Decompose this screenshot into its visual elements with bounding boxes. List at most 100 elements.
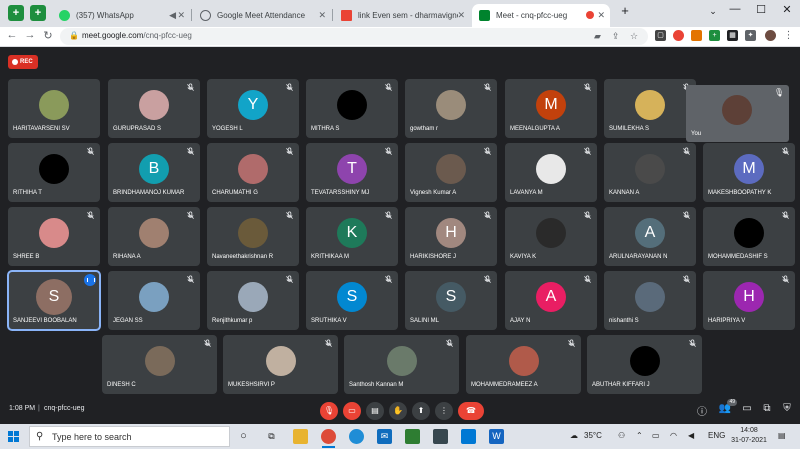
share-icon[interactable]: ⇪ — [612, 31, 620, 42]
participant-tile[interactable]: A AJAY N — [505, 271, 597, 330]
close-icon[interactable]: ✕ — [457, 4, 465, 27]
notifications-icon[interactable]: ▤ — [778, 431, 786, 440]
tab-meet-active[interactable]: Meet - cnq-pfcc-ueg ✕ — [472, 4, 610, 27]
close-icon[interactable]: ✕ — [318, 4, 326, 27]
participant-tile[interactable]: CHARUMATHI G — [207, 143, 299, 202]
participant-tile[interactable]: JEGAN SS — [108, 271, 200, 330]
present-button[interactable]: ⬆ — [412, 402, 430, 420]
participant-tile[interactable]: MITHRA S — [306, 79, 398, 138]
taskbar-clock[interactable]: 14:08 31-07-2021 — [727, 426, 771, 446]
maximize-button[interactable]: ☐ — [748, 3, 774, 16]
language-indicator[interactable]: ENG — [708, 431, 725, 440]
participant-tile[interactable]: KAVIYA K — [505, 207, 597, 266]
app-icon-7[interactable] — [433, 429, 448, 444]
participant-tile[interactable]: MOHAMMEDRAMEEZ A — [466, 335, 581, 394]
participant-tile[interactable]: DINESH C — [102, 335, 217, 394]
host-controls-button[interactable]: ⛨ — [780, 403, 794, 414]
participant-tile[interactable]: H HARIPRIYA V — [703, 271, 795, 330]
profile-avatar[interactable] — [765, 30, 776, 41]
participant-tile[interactable]: MOHAMMEDASHIF S — [703, 207, 795, 266]
participant-tile[interactable]: S SRUTHIKA V — [306, 271, 398, 330]
more-options-button[interactable]: ⋮ — [435, 402, 453, 420]
participant-tile[interactable]: S SANJEEVI BOOBALAN — [7, 270, 101, 331]
participant-tile[interactable]: SUMILEKHA S — [604, 79, 696, 138]
participant-tile[interactable]: SHREE B — [8, 207, 100, 266]
muted-mic-icon — [682, 275, 691, 284]
bookmark-star-icon[interactable]: ☆ — [630, 31, 638, 42]
cortana-icon[interactable]: ○ — [236, 429, 251, 444]
taskbar-search-box[interactable]: ⚲ Type here to search — [29, 426, 230, 447]
back-button[interactable]: ← — [5, 29, 19, 41]
participant-tile[interactable]: Santhosh Kannan M — [344, 335, 459, 394]
participant-tile[interactable]: H HARIKISHORE J — [405, 207, 497, 266]
tab-google-meet-attendance[interactable]: Google Meet Attendance ✕ — [193, 4, 331, 27]
forward-button[interactable]: → — [23, 29, 37, 41]
participant-tile[interactable]: K KRITHIKAA M — [306, 207, 398, 266]
participant-tile[interactable]: M MAKESHBOOPATHY K — [703, 143, 795, 202]
tab-whatsapp[interactable]: (357) WhatsApp ◀ ✕ — [52, 4, 190, 27]
wifi-icon[interactable]: ◠ — [670, 431, 677, 440]
extension-icon-1[interactable]: ▢ — [655, 30, 666, 41]
sheets-app-icon[interactable]: + — [8, 5, 24, 21]
tab-gmail-link[interactable]: link Even sem - dharmavigneshg ✕ — [334, 4, 470, 27]
mail-icon[interactable]: ✉ — [377, 429, 392, 444]
close-icon[interactable]: ✕ — [177, 4, 185, 27]
leave-call-button[interactable]: ☎ — [458, 402, 484, 420]
store-icon[interactable] — [461, 429, 476, 444]
weather-icon[interactable]: ☁ — [570, 431, 578, 440]
people-button[interactable]: 👥 49 — [718, 399, 737, 414]
reload-button[interactable]: ↻ — [41, 29, 55, 42]
mic-toggle-button[interactable]: 🎙 — [320, 402, 338, 420]
app-icon-6[interactable] — [405, 429, 420, 444]
chat-button[interactable]: ▭ — [740, 403, 754, 414]
camera-toggle-button[interactable]: ▭ — [343, 402, 361, 420]
participant-tile[interactable]: B BRINDHAMANOJ KUMAR — [108, 143, 200, 202]
participant-tile[interactable]: Renjithkumar p — [207, 271, 299, 330]
new-tab-button[interactable]: + — [612, 3, 638, 18]
chrome-taskbar-icon[interactable] — [321, 429, 336, 448]
camera-in-use-icon[interactable]: ▰ — [594, 31, 601, 42]
extension-icon-3[interactable] — [691, 30, 702, 41]
task-view-icon[interactable]: ⧉ — [264, 429, 279, 444]
participant-tile[interactable]: RITHIHA T — [8, 143, 100, 202]
participant-tile[interactable]: GURUPRASAD S — [108, 79, 200, 138]
participant-tile[interactable]: T TEVATARSSHINY MJ — [306, 143, 398, 202]
captions-button[interactable]: ▤ — [366, 402, 384, 420]
participant-tile[interactable]: ABUTHAR KIFFARI J — [587, 335, 702, 394]
puzzle-icon[interactable]: ✦ — [745, 30, 756, 41]
address-bar[interactable]: 🔒 meet.google.com/cnq-pfcc-ueg ▰ ⇪ ☆ — [60, 28, 648, 45]
volume-icon[interactable]: ◀ — [688, 431, 694, 440]
participant-tile[interactable]: RIHANA A — [108, 207, 200, 266]
participant-tile[interactable]: LAVANYA M — [505, 143, 597, 202]
participant-tile[interactable]: Vignesh Kumar A — [405, 143, 497, 202]
raise-hand-button[interactable]: ✋ — [389, 402, 407, 420]
self-view-tile[interactable]: You 🎙 — [686, 85, 789, 142]
participant-tile[interactable]: Y YOGESH L — [207, 79, 299, 138]
file-explorer-icon[interactable] — [293, 429, 308, 444]
chevron-up-icon[interactable]: ⌃ — [636, 431, 643, 440]
chrome-menu-icon[interactable]: ⋮ — [783, 30, 794, 41]
participant-tile[interactable]: gowtham r — [405, 79, 497, 138]
participant-tile[interactable]: HARITAVARSENI SV — [8, 79, 100, 138]
participant-tile[interactable]: Navaneethakrishnan R — [207, 207, 299, 266]
people-tray-icon[interactable]: ⚇ — [618, 431, 625, 440]
participant-tile[interactable]: S SALINI ML — [405, 271, 497, 330]
participant-tile[interactable]: M MEENALGUPTA A — [505, 79, 597, 138]
participant-tile[interactable]: MUKESHSIRVI P — [223, 335, 338, 394]
windows-start-button[interactable] — [8, 431, 19, 442]
activities-button[interactable]: ⧉ — [760, 403, 774, 414]
edge-icon[interactable] — [349, 429, 364, 444]
participant-tile[interactable]: A ARULNARAYANAN N — [604, 207, 696, 266]
participant-tile[interactable]: KANNAN A — [604, 143, 696, 202]
extension-icon-4[interactable]: + — [709, 30, 720, 41]
extension-icon-2[interactable] — [673, 30, 684, 41]
battery-icon[interactable]: ▭ — [652, 431, 660, 440]
close-icon[interactable]: ✕ — [597, 4, 605, 27]
sheets-app-icon-2[interactable]: + — [30, 5, 46, 21]
word-icon[interactable]: W — [489, 429, 504, 444]
close-window-button[interactable]: ✕ — [774, 3, 800, 16]
meeting-details-button[interactable]: ⓘ — [695, 403, 709, 418]
minimize-button[interactable]: — — [722, 3, 748, 15]
participant-tile[interactable]: nishanthi S — [604, 271, 696, 330]
extension-icon-5[interactable]: ▦ — [727, 30, 738, 41]
